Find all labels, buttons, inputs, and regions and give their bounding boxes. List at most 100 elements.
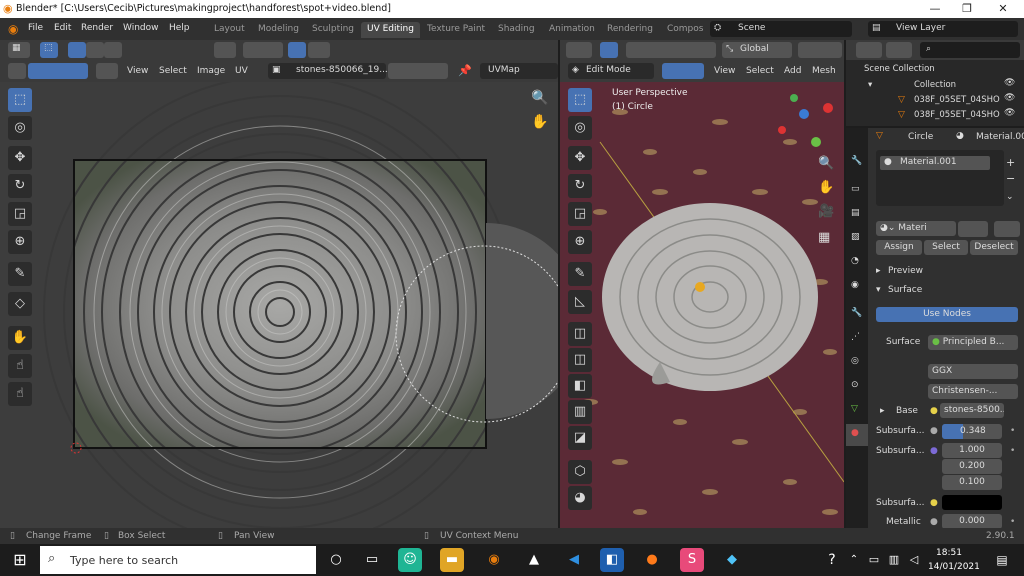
- assign-button[interactable]: Assign: [876, 240, 922, 255]
- view-layer-selector[interactable]: ▤ View Layer: [868, 21, 1018, 37]
- menu-render[interactable]: Render: [81, 23, 113, 33]
- sticky-select-icon[interactable]: [96, 63, 118, 79]
- app-icon-pink[interactable]: S: [680, 548, 704, 572]
- deselect-button[interactable]: Deselect: [970, 240, 1018, 255]
- mesh-select-mode-icons[interactable]: [662, 63, 704, 79]
- tab-animation[interactable]: Animation: [543, 22, 601, 38]
- particles-tab-icon[interactable]: ⋰: [851, 332, 860, 342]
- scene-collection-label[interactable]: Scene Collection: [864, 64, 935, 74]
- tab-modeling[interactable]: Modeling: [252, 22, 305, 38]
- vp-knife-tool-icon[interactable]: ◪: [568, 426, 592, 450]
- subsurface-color-swatch[interactable]: [942, 495, 1002, 510]
- vp-spin-tool-icon[interactable]: ◕: [568, 486, 592, 510]
- viewport-menu-select[interactable]: Select: [746, 66, 774, 76]
- output-tab-icon[interactable]: ▤: [851, 208, 860, 218]
- vp-extrude-tool-icon[interactable]: ◫: [568, 322, 592, 346]
- outliner-item[interactable]: 038F_05SET_04SHO: [914, 95, 1000, 105]
- menu-file[interactable]: File: [28, 23, 43, 33]
- viewport-menu-add[interactable]: Add: [784, 66, 801, 76]
- menu-window[interactable]: Window: [123, 23, 159, 33]
- material-actions-icons[interactable]: [958, 221, 988, 237]
- vp-rotate-tool-icon[interactable]: ↻: [568, 174, 592, 198]
- material-slot[interactable]: ● Material.001: [880, 156, 990, 170]
- sync-selection-icon[interactable]: [8, 63, 26, 79]
- vp-bevel-tool-icon[interactable]: ◧: [568, 374, 592, 398]
- uv-editor-canvas[interactable]: ⬚ ◎ ✥ ↻ ◲ ⊕ ✎ ◇ ✋ ☝ ☝ 🔍 ✋: [0, 82, 558, 528]
- menu-help[interactable]: Help: [169, 23, 190, 33]
- close-button[interactable]: ✕: [988, 2, 1018, 15]
- material-selector[interactable]: ◕⌄ Materi: [876, 221, 956, 236]
- preview-panel[interactable]: Preview: [888, 266, 923, 276]
- metallic-slider[interactable]: 0.000: [942, 514, 1002, 529]
- notifications-icon[interactable]: ▤: [990, 548, 1014, 572]
- volume-icon[interactable]: ◁: [902, 548, 926, 572]
- surface-panel[interactable]: Surface: [888, 285, 922, 295]
- minimize-button[interactable]: —: [920, 2, 950, 15]
- surface-shader-field[interactable]: ● Principled B...: [928, 335, 1018, 350]
- radius-z-field[interactable]: 0.100: [942, 475, 1002, 490]
- taskbar-date[interactable]: 14/01/2021: [928, 562, 980, 572]
- proportional-edit-icon[interactable]: [288, 42, 306, 58]
- face-select-icon[interactable]: [104, 42, 122, 58]
- uv-menu-uv[interactable]: UV: [235, 66, 248, 76]
- tab-texture-paint[interactable]: Texture Paint: [421, 22, 491, 38]
- task-view-icon[interactable]: ▭: [360, 548, 384, 572]
- vp-poly-build-tool-icon[interactable]: ⬡: [568, 460, 592, 484]
- radius-y-field[interactable]: 0.200: [942, 459, 1002, 474]
- vp-select-box-tool-icon[interactable]: ⬚: [568, 88, 592, 112]
- windows-start-icon[interactable]: ⊞: [8, 548, 32, 572]
- image-actions-icons[interactable]: [388, 63, 448, 79]
- outliner-search[interactable]: ⌕: [920, 42, 1020, 58]
- taskbar-time[interactable]: 18:51: [936, 548, 962, 558]
- vertex-select-icon[interactable]: [68, 42, 86, 58]
- eye-icon[interactable]: 👁: [1004, 108, 1015, 118]
- keyframe-dot-icon[interactable]: •: [1010, 517, 1015, 527]
- viewport-menu-mesh[interactable]: Mesh: [812, 66, 836, 76]
- vp-grid-icon[interactable]: ▦: [818, 230, 830, 245]
- pin-icon[interactable]: 📌: [458, 64, 472, 77]
- uv-select-mode-icons[interactable]: [28, 63, 88, 79]
- keyframe-dot-icon[interactable]: •: [1010, 426, 1015, 436]
- link-dropdown-icon[interactable]: [994, 221, 1020, 237]
- vp-annotate-tool-icon[interactable]: ✎: [568, 262, 592, 286]
- uv-menu-image[interactable]: Image: [197, 66, 225, 76]
- material-slot-list[interactable]: ● Material.001: [876, 150, 1004, 206]
- tab-sculpting[interactable]: Sculpting: [306, 22, 360, 38]
- app-icon-cube[interactable]: ◆: [720, 548, 744, 572]
- mode-dropdown[interactable]: ◈ Edit Mode: [568, 63, 654, 79]
- distribution-dropdown[interactable]: GGX: [928, 364, 1018, 379]
- cortana-icon[interactable]: ○: [324, 548, 348, 572]
- subsurface-method-dropdown[interactable]: Christensen-...: [928, 384, 1018, 399]
- add-slot-button[interactable]: +: [1006, 156, 1015, 169]
- view-layer-tab-icon[interactable]: ▨: [851, 232, 860, 242]
- physics-tab-icon[interactable]: ◎: [851, 356, 859, 366]
- select-tool-icon[interactable]: ⬚: [40, 42, 58, 58]
- tab-rendering[interactable]: Rendering: [601, 22, 659, 38]
- viewport-menu-view[interactable]: View: [714, 66, 735, 76]
- vp-move-tool-icon[interactable]: ✥: [568, 146, 592, 170]
- file-explorer-icon[interactable]: ▬: [440, 548, 464, 572]
- slot-menu-icon[interactable]: ⌄: [1006, 192, 1014, 202]
- vp-scale-tool-icon[interactable]: ◲: [568, 202, 592, 226]
- viewport-editor-type-icon[interactable]: [566, 42, 592, 58]
- vp-zoom-icon[interactable]: 🔍: [818, 156, 834, 171]
- edge-select-icon[interactable]: [86, 42, 104, 58]
- eye-icon[interactable]: 👁: [1004, 93, 1015, 103]
- base-expand-icon[interactable]: ▸: [880, 406, 885, 416]
- vscode-icon[interactable]: ◀: [562, 548, 586, 572]
- data-tab-icon[interactable]: ▽: [851, 404, 858, 414]
- help-icon[interactable]: ?: [820, 548, 844, 572]
- eye-icon[interactable]: 👁: [1004, 78, 1015, 88]
- vp-pan-icon[interactable]: ✋: [818, 180, 834, 195]
- orientation-dropdown[interactable]: ⤡ Global: [722, 42, 792, 58]
- menu-edit[interactable]: Edit: [54, 23, 71, 33]
- blender-menu-icon[interactable]: ◉: [8, 22, 18, 36]
- vp-camera-icon[interactable]: 🎥: [818, 204, 834, 219]
- snap-icon[interactable]: [243, 42, 283, 58]
- vp-transform-tool-icon[interactable]: ⊕: [568, 230, 592, 254]
- display-mode-icon[interactable]: [886, 42, 912, 58]
- firefox-icon[interactable]: ●: [640, 548, 664, 572]
- vp-inset-tool-icon[interactable]: ◫: [568, 348, 592, 372]
- uv-menu-select[interactable]: Select: [159, 66, 187, 76]
- pivot-snap-icons[interactable]: [798, 42, 842, 58]
